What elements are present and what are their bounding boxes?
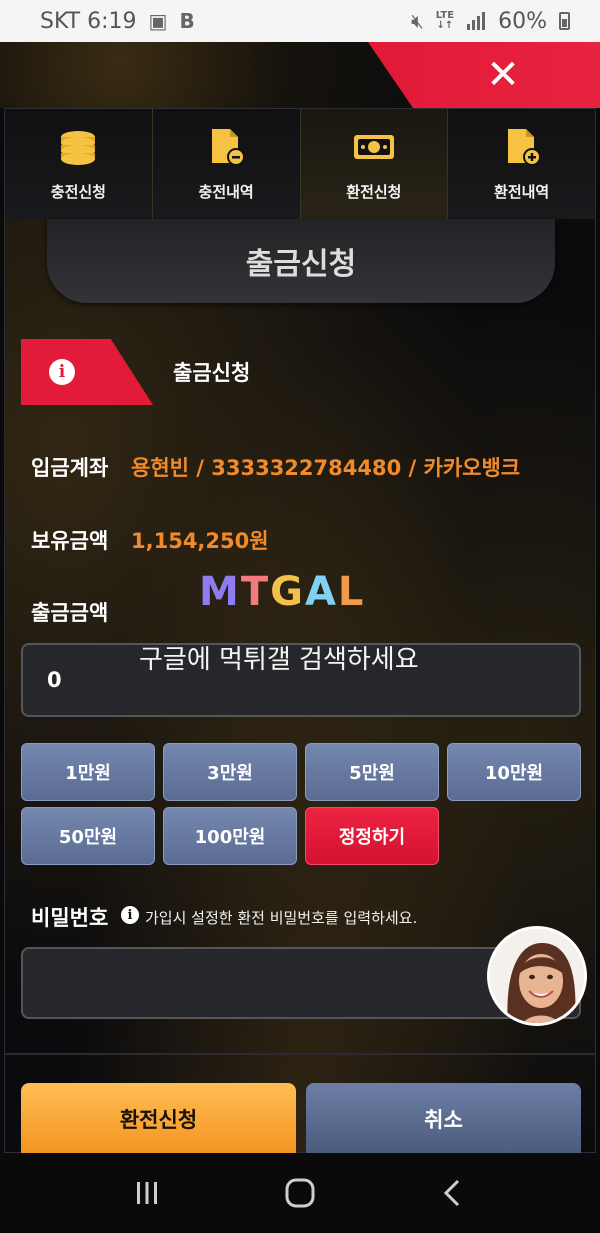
document-minus-icon — [212, 128, 246, 166]
support-avatar[interactable] — [487, 926, 587, 1026]
top-header: ✕ — [0, 42, 600, 108]
tab-deposit-history[interactable]: 충전내역 — [153, 109, 301, 219]
password-label: 비밀번호 — [31, 906, 109, 930]
withdraw-submit-button[interactable]: 환전신청 — [21, 1083, 296, 1155]
tab-withdraw-request[interactable]: 환전신청 — [300, 109, 449, 219]
amount-button-1000000[interactable]: 100만원 — [163, 807, 297, 865]
recent-apps-button[interactable] — [117, 1163, 177, 1223]
divider — [5, 1053, 595, 1055]
watermark-logo: MTGAL — [199, 569, 366, 615]
tab-deposit-request[interactable]: 충전신청 — [5, 109, 153, 219]
mute-icon: 🔇︎ — [411, 9, 424, 33]
back-icon — [444, 1179, 460, 1207]
amount-button-50000[interactable]: 5만원 — [305, 743, 439, 801]
tab-label: 충전내역 — [198, 182, 254, 201]
withdraw-amount-label: 출금금액 — [31, 601, 109, 625]
close-icon: ✕ — [486, 52, 520, 98]
b-app-icon: B — [179, 9, 195, 33]
tab-label: 환전신청 — [346, 182, 402, 201]
network-lte-icon: LTE ↓↑ — [435, 10, 455, 31]
system-nav-bar — [0, 1153, 600, 1233]
info-icon: i — [49, 359, 75, 385]
section-title: 출금신청 — [173, 361, 251, 385]
coins-icon — [61, 130, 96, 165]
battery-percent: 60% — [498, 8, 547, 34]
home-button[interactable] — [270, 1163, 330, 1223]
page-title-pill: 출금신청 — [47, 219, 555, 303]
home-icon — [285, 1178, 315, 1208]
recent-apps-icon — [136, 1182, 157, 1204]
tab-label: 환전내역 — [494, 182, 550, 201]
back-button[interactable] — [423, 1163, 483, 1223]
amount-button-30000[interactable]: 3만원 — [163, 743, 297, 801]
balance-label: 보유금액 — [31, 529, 109, 553]
battery-icon — [559, 12, 570, 30]
signal-icon — [467, 12, 486, 30]
gallery-icon: ▣ — [148, 9, 168, 33]
status-bar: SKT 6:19 ▣ B 🔇︎ LTE ↓↑ 60% — [0, 0, 600, 42]
tab-bar: 충전신청 충전내역 환전신청 환전내역 — [5, 109, 595, 219]
password-hint: 가입시 설정한 환전 비밀번호를 입력하세요. — [145, 909, 418, 927]
status-time: SKT 6:19 — [40, 8, 137, 34]
close-button[interactable]: ✕ — [480, 52, 526, 98]
cancel-button[interactable]: 취소 — [306, 1083, 581, 1155]
balance-value: 1,154,250원 — [131, 529, 269, 553]
document-plus-icon — [507, 128, 541, 166]
info-icon: i — [121, 906, 139, 924]
info-banner: i — [21, 339, 153, 405]
withdraw-panel: 충전신청 충전내역 환전신청 환전내역 출금신청 i 출금신청 입금계좌 용현빈… — [4, 108, 596, 1155]
amount-button-100000[interactable]: 10만원 — [447, 743, 581, 801]
amount-button-500000[interactable]: 50만원 — [21, 807, 155, 865]
reset-amount-button[interactable]: 정정하기 — [305, 807, 439, 865]
deposit-account-value: 용현빈 / 3333322784480 / 카카오뱅크 — [131, 456, 521, 480]
cash-icon — [353, 134, 394, 159]
amount-button-10000[interactable]: 1만원 — [21, 743, 155, 801]
page-title: 출금신청 — [245, 247, 357, 282]
tab-label: 충전신청 — [50, 182, 106, 201]
deposit-account-label: 입금계좌 — [31, 456, 109, 480]
watermark-text: 구글에 먹튀갤 검색하세요 — [139, 645, 419, 675]
tab-withdraw-history[interactable]: 환전내역 — [448, 109, 595, 219]
